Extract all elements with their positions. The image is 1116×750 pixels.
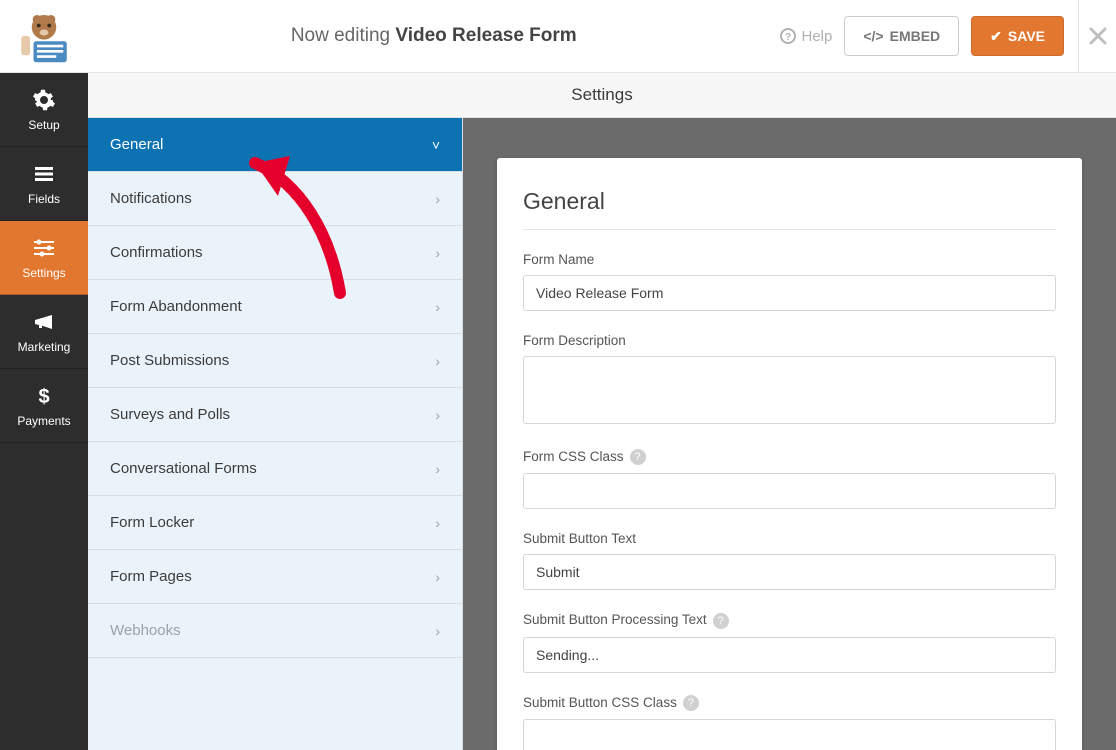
rail-item-settings[interactable]: Settings bbox=[0, 221, 88, 295]
settings-item-label: Conversational Forms bbox=[110, 460, 257, 477]
settings-sidebar: General ˅ Notifications › Confirmations … bbox=[88, 118, 463, 750]
settings-item-form-abandonment[interactable]: Form Abandonment › bbox=[88, 280, 462, 334]
save-button[interactable]: ✔ SAVE bbox=[971, 16, 1064, 56]
rail-item-payments[interactable]: $ Payments bbox=[0, 369, 88, 443]
svg-text:$: $ bbox=[38, 386, 49, 408]
settings-item-label: Form Abandonment bbox=[110, 298, 242, 315]
rail-item-setup[interactable]: Setup bbox=[0, 73, 88, 147]
submit-css-input[interactable] bbox=[523, 719, 1056, 750]
form-name-label: Form Name bbox=[523, 252, 1056, 267]
chevron-right-icon: › bbox=[435, 407, 440, 423]
chevron-down-icon: ˅ bbox=[432, 137, 440, 153]
submit-proc-label: Submit Button Processing Text? bbox=[523, 612, 1056, 628]
settings-item-label: Webhooks bbox=[110, 622, 181, 639]
chevron-right-icon: › bbox=[435, 191, 440, 207]
settings-item-notifications[interactable]: Notifications › bbox=[88, 172, 462, 226]
field-form-description: Form Description bbox=[523, 333, 1056, 427]
field-submit-processing: Submit Button Processing Text? bbox=[523, 612, 1056, 672]
embed-label: EMBED bbox=[890, 28, 941, 44]
rail-label: Fields bbox=[28, 192, 60, 206]
settings-item-label: Post Submissions bbox=[110, 352, 229, 369]
settings-item-post-submissions[interactable]: Post Submissions › bbox=[88, 334, 462, 388]
topbar: Now editing Video Release Form ? Help </… bbox=[0, 0, 1116, 73]
chevron-right-icon: › bbox=[435, 623, 440, 639]
settings-item-form-pages[interactable]: Form Pages › bbox=[88, 550, 462, 604]
embed-button[interactable]: </> EMBED bbox=[844, 16, 959, 56]
dollar-icon: $ bbox=[32, 384, 56, 408]
rail-label: Payments bbox=[17, 414, 70, 428]
field-submit-css: Submit Button CSS Class? bbox=[523, 695, 1056, 750]
settings-item-label: Surveys and Polls bbox=[110, 406, 230, 423]
list-icon bbox=[32, 162, 56, 186]
general-settings-card: General Form Name Form Description Form … bbox=[497, 158, 1082, 750]
settings-item-label: Form Pages bbox=[110, 568, 192, 585]
submit-text-label: Submit Button Text bbox=[523, 531, 1056, 546]
help-icon[interactable]: ? bbox=[713, 613, 729, 629]
form-title: Video Release Form bbox=[395, 25, 576, 46]
field-form-name: Form Name bbox=[523, 252, 1056, 311]
check-icon: ✔ bbox=[990, 28, 1002, 45]
help-icon[interactable]: ? bbox=[683, 695, 699, 711]
chevron-right-icon: › bbox=[435, 299, 440, 315]
form-desc-label: Form Description bbox=[523, 333, 1056, 348]
rail-item-marketing[interactable]: Marketing bbox=[0, 295, 88, 369]
submit-text-input[interactable] bbox=[523, 554, 1056, 590]
save-label: SAVE bbox=[1008, 28, 1045, 44]
panels: General ˅ Notifications › Confirmations … bbox=[88, 118, 1116, 750]
code-icon: </> bbox=[863, 28, 883, 44]
settings-item-label: General bbox=[110, 136, 163, 153]
help-link[interactable]: ? Help bbox=[780, 28, 833, 45]
settings-item-general[interactable]: General ˅ bbox=[88, 118, 462, 172]
rail-label: Settings bbox=[22, 266, 65, 280]
chevron-right-icon: › bbox=[435, 245, 440, 261]
field-submit-text: Submit Button Text bbox=[523, 531, 1056, 590]
form-css-input[interactable] bbox=[523, 473, 1056, 509]
settings-item-label: Notifications bbox=[110, 190, 192, 207]
svg-text:?: ? bbox=[784, 32, 790, 43]
app-logo[interactable] bbox=[0, 0, 88, 73]
submit-proc-input[interactable] bbox=[523, 637, 1056, 673]
chevron-right-icon: › bbox=[435, 461, 440, 477]
rail-label: Setup bbox=[28, 118, 59, 132]
settings-item-form-locker[interactable]: Form Locker › bbox=[88, 496, 462, 550]
main-area: Setup Fields Settings Marketing $ Paymen… bbox=[0, 73, 1116, 750]
settings-item-surveys-polls[interactable]: Surveys and Polls › bbox=[88, 388, 462, 442]
settings-item-label: Confirmations bbox=[110, 244, 203, 261]
close-button[interactable] bbox=[1078, 0, 1116, 73]
right-area: Settings General ˅ Notifications › Confi… bbox=[88, 73, 1116, 750]
settings-item-conversational-forms[interactable]: Conversational Forms › bbox=[88, 442, 462, 496]
help-label: Help bbox=[802, 28, 833, 45]
rail-item-fields[interactable]: Fields bbox=[0, 147, 88, 221]
gear-icon bbox=[32, 88, 56, 112]
content-area: General Form Name Form Description Form … bbox=[463, 118, 1116, 750]
megaphone-icon bbox=[32, 310, 56, 334]
field-form-css: Form CSS Class? bbox=[523, 449, 1056, 509]
settings-item-label: Form Locker bbox=[110, 514, 194, 531]
form-css-label: Form CSS Class? bbox=[523, 449, 1056, 465]
help-icon[interactable]: ? bbox=[630, 449, 646, 465]
chevron-right-icon: › bbox=[435, 515, 440, 531]
page-title: Now editing Video Release Form bbox=[88, 25, 780, 47]
card-heading: General bbox=[523, 188, 1056, 230]
form-desc-input[interactable] bbox=[523, 356, 1056, 424]
top-actions: ? Help </> EMBED ✔ SAVE bbox=[780, 16, 1079, 56]
form-name-input[interactable] bbox=[523, 275, 1056, 311]
sliders-icon bbox=[32, 236, 56, 260]
chevron-right-icon: › bbox=[435, 353, 440, 369]
rail-label: Marketing bbox=[18, 340, 71, 354]
nav-rail: Setup Fields Settings Marketing $ Paymen… bbox=[0, 73, 88, 750]
settings-header: Settings bbox=[88, 73, 1116, 118]
editing-prefix: Now editing bbox=[291, 25, 390, 46]
settings-item-webhooks[interactable]: Webhooks › bbox=[88, 604, 462, 658]
submit-css-label: Submit Button CSS Class? bbox=[523, 695, 1056, 711]
settings-item-confirmations[interactable]: Confirmations › bbox=[88, 226, 462, 280]
chevron-right-icon: › bbox=[435, 569, 440, 585]
